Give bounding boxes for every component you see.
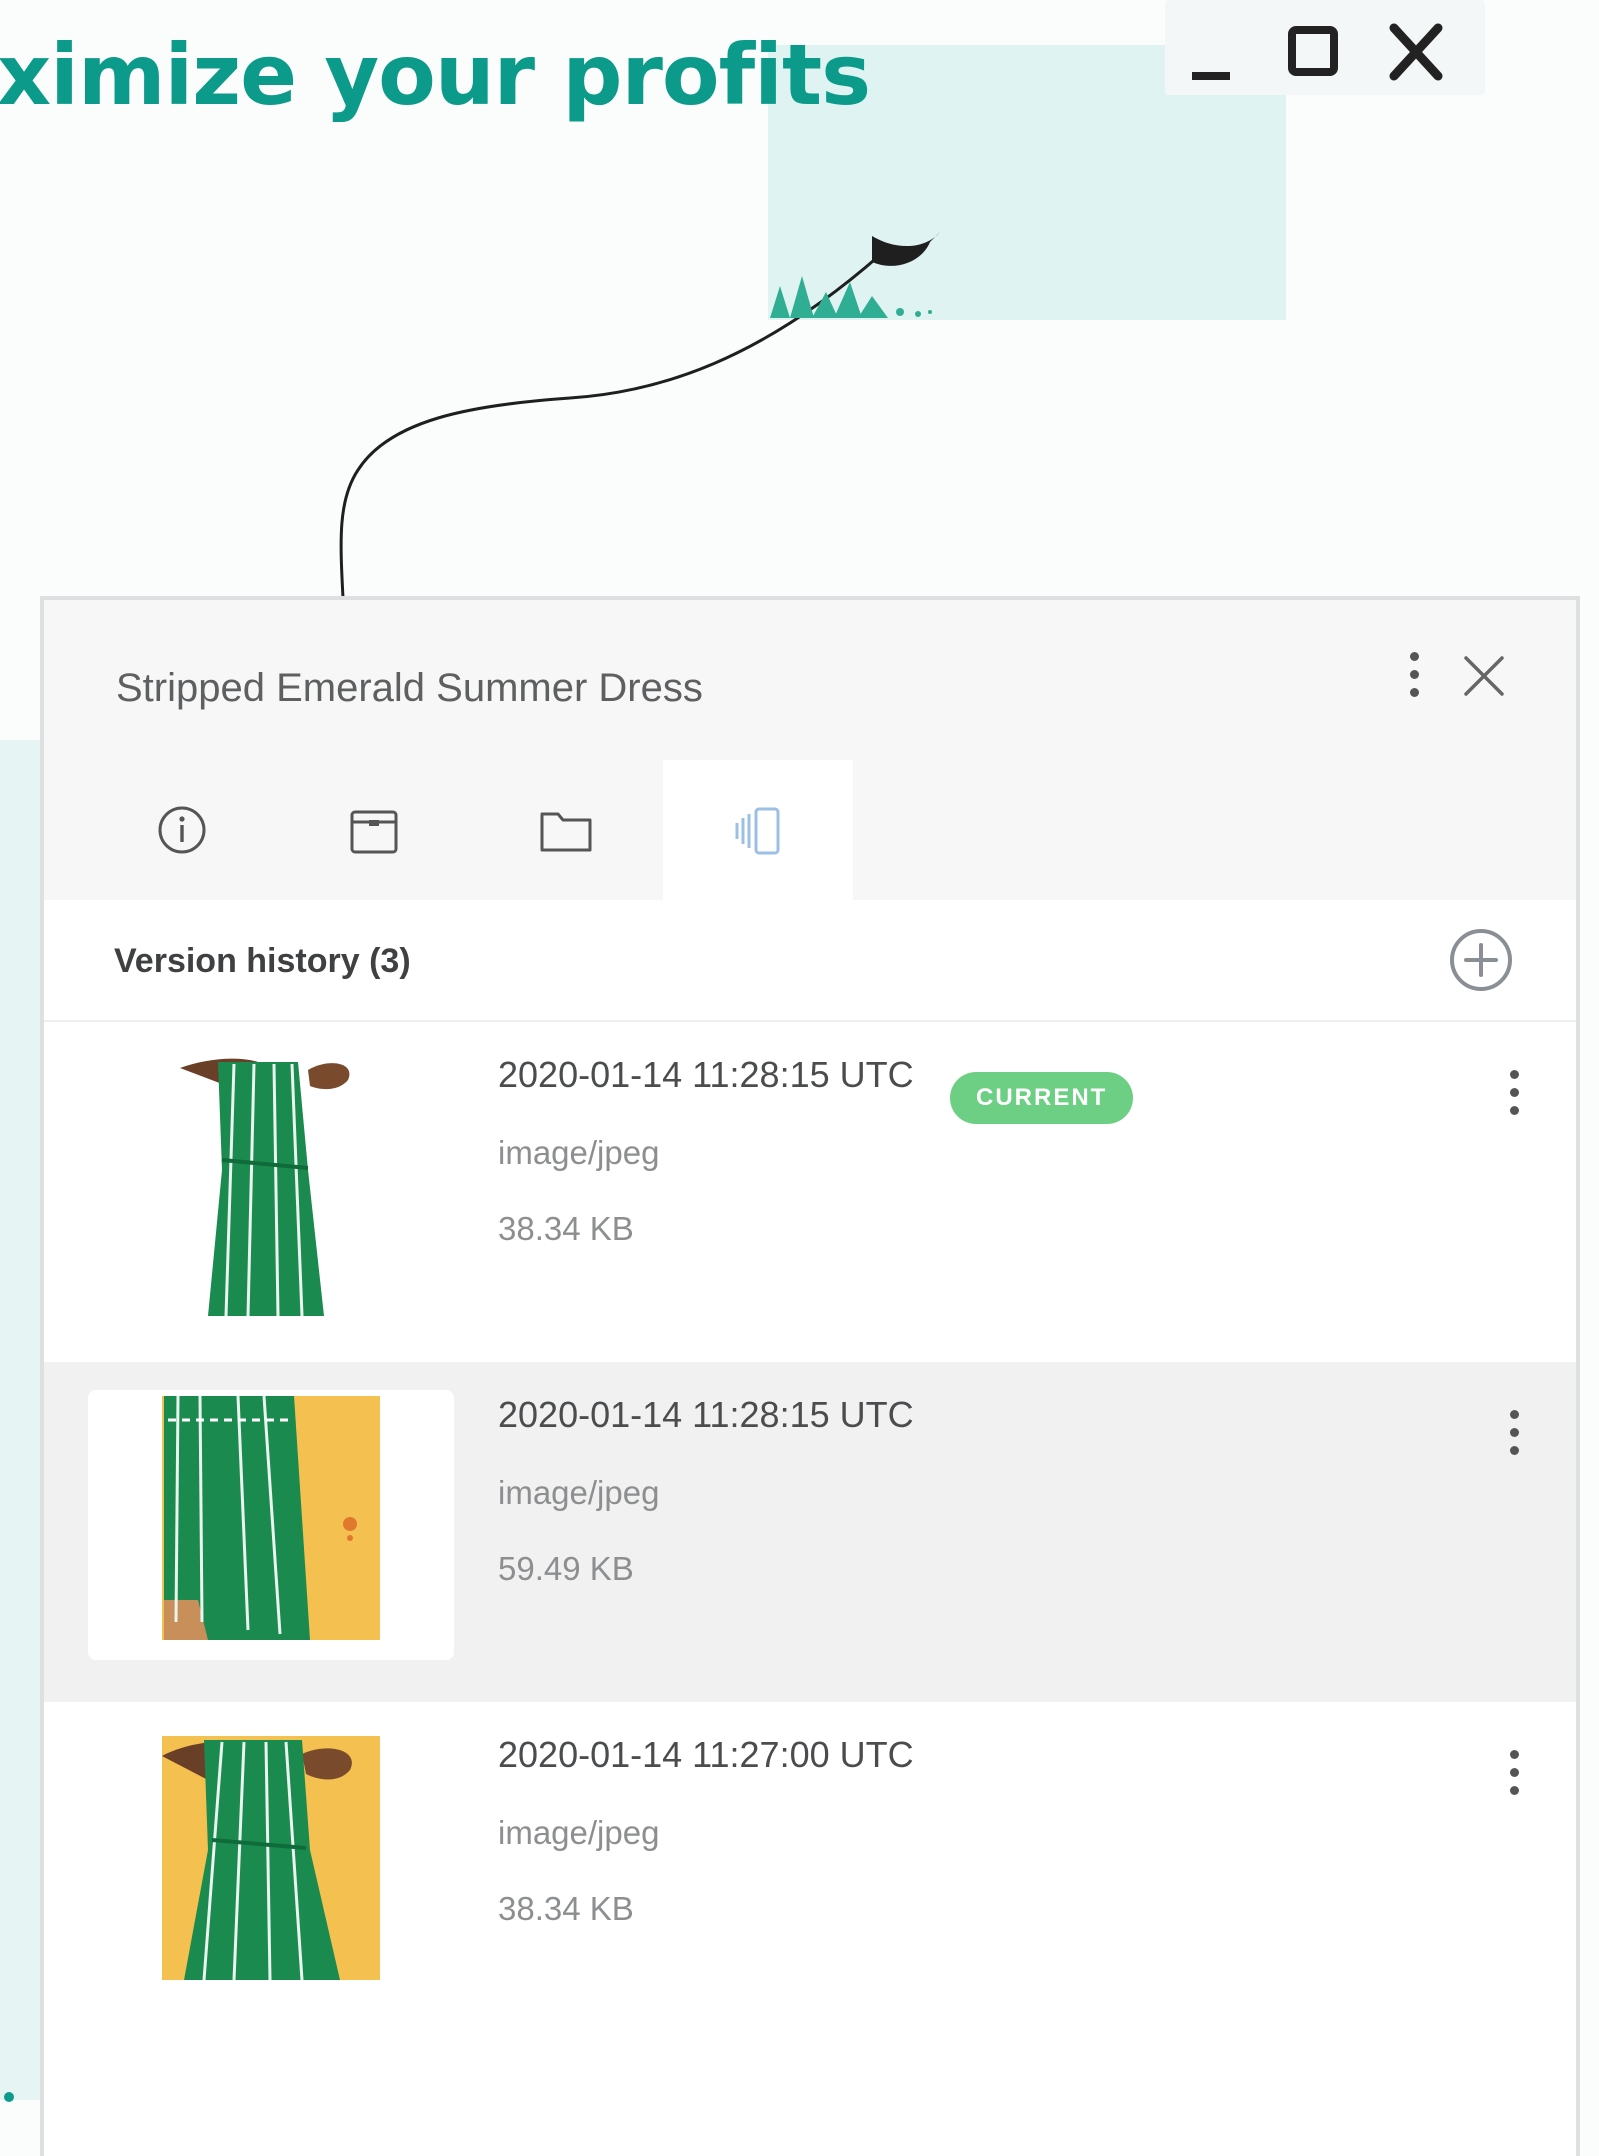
window-controls: [1180, 16, 1470, 96]
dress-thumbnail-image: [88, 1390, 454, 1660]
decorative-dot: [4, 2092, 14, 2102]
add-version-button[interactable]: [1446, 925, 1516, 995]
info-icon: [158, 806, 206, 854]
dot: [1509, 1785, 1519, 1795]
version-thumbnail: [88, 1730, 454, 2000]
maximize-icon: [1288, 26, 1338, 76]
version-row[interactable]: 2020-01-14 11:28:15 UTC image/jpeg 59.49…: [44, 1362, 1576, 1702]
version-row[interactable]: 2020-01-14 11:28:15 UTC image/jpeg 38.34…: [44, 1022, 1576, 1362]
version-thumbnail: [88, 1390, 454, 1660]
version-date: 2020-01-14 11:27:00 UTC: [498, 1734, 914, 1775]
dot: [1509, 1069, 1519, 1079]
version-options-button[interactable]: [1494, 1062, 1534, 1122]
close-icon: [1389, 23, 1443, 81]
more-options-button[interactable]: [1394, 644, 1434, 704]
close-icon: [1464, 656, 1504, 696]
current-badge: CURRENT: [950, 1072, 1134, 1124]
dot: [1509, 1105, 1519, 1115]
background-band: [0, 740, 40, 2100]
package-icon: [350, 810, 398, 854]
version-date: 2020-01-14 11:28:15 UTC: [498, 1394, 914, 1435]
version-thumbnail: [88, 1050, 454, 1320]
version-file-size: 38.34 KB: [498, 1890, 634, 1927]
folder-icon: [540, 812, 592, 852]
maximize-button[interactable]: [1280, 16, 1360, 96]
versions-icon: [735, 807, 780, 855]
version-history-title: Version history (3): [114, 942, 411, 980]
dot: [1509, 1409, 1519, 1419]
window-close-button[interactable]: [1380, 16, 1460, 96]
dress-thumbnail-image: [180, 1052, 358, 1318]
asset-detail-panel: Stripped Emerald Summer Dress Version hi…: [40, 596, 1580, 2156]
dot: [1409, 687, 1419, 697]
tab-package[interactable]: [279, 760, 469, 900]
dot: [1509, 1749, 1519, 1759]
dot: [1509, 1427, 1519, 1437]
version-mime-type: image/jpeg: [498, 1814, 660, 1851]
tab-info[interactable]: [87, 760, 277, 900]
version-row[interactable]: 2020-01-14 11:27:00 UTC image/jpeg 38.34…: [44, 1702, 1576, 2042]
version-details: 2020-01-14 11:28:15 UTC image/jpeg 38.34…: [498, 1050, 914, 1252]
tab-version-history[interactable]: [663, 760, 853, 902]
panel-tabs: [44, 760, 1576, 902]
version-date: 2020-01-14 11:28:15 UTC: [498, 1054, 914, 1095]
dot: [1509, 1445, 1519, 1455]
version-file-size: 38.34 KB: [498, 1210, 634, 1247]
dot: [1409, 669, 1419, 679]
panel-header: Stripped Emerald Summer Dress: [44, 600, 1576, 902]
version-options-button[interactable]: [1494, 1742, 1534, 1802]
version-file-size: 59.49 KB: [498, 1550, 634, 1587]
dot: [1509, 1087, 1519, 1097]
version-details: 2020-01-14 11:27:00 UTC image/jpeg 38.34…: [498, 1730, 914, 1932]
panel-close-button[interactable]: [1454, 646, 1514, 706]
version-options-button[interactable]: [1494, 1402, 1534, 1462]
panel-title: Stripped Emerald Summer Dress: [116, 666, 703, 710]
minimize-button[interactable]: [1180, 16, 1260, 96]
version-list: 2020-01-14 11:28:15 UTC image/jpeg 38.34…: [44, 1022, 1576, 2042]
dot: [1509, 1767, 1519, 1777]
minimize-icon: [1192, 72, 1230, 80]
version-mime-type: image/jpeg: [498, 1134, 660, 1171]
page-headline: ximize your profits: [0, 26, 871, 124]
add-circle-icon: [1450, 929, 1512, 991]
dot: [1409, 651, 1419, 661]
version-history-header: Version history (3): [44, 900, 1576, 1022]
version-details: 2020-01-14 11:28:15 UTC image/jpeg 59.49…: [498, 1390, 914, 1592]
version-mime-type: image/jpeg: [498, 1474, 660, 1511]
tab-folder[interactable]: [471, 760, 661, 900]
dress-thumbnail-image: [162, 1736, 380, 1981]
